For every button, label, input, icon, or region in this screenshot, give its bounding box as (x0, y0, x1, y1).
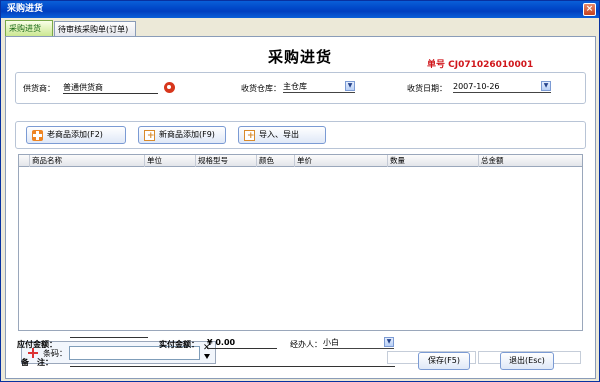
grid-corner (19, 155, 29, 167)
column-header[interactable]: 单价 (294, 155, 387, 167)
column-header[interactable]: 单位 (144, 155, 195, 167)
supplier-label: 供货商： (23, 84, 55, 93)
form-group: 供货商： 普通供货商 收货仓库： 主仓库 ▼ 收货日期： 2007-10-26 … (15, 72, 586, 104)
chevron-down-icon[interactable]: ▼ (384, 337, 394, 347)
purchase-window: 采购进货 × 采购进货 待审核采购单(订单) 采购进货 单号 CJ0710260… (0, 0, 600, 382)
warehouse-select[interactable]: 主仓库 ▼ (283, 81, 355, 93)
tab-pending-orders[interactable]: 待审核采购单(订单) (54, 21, 136, 37)
search-icon[interactable] (164, 82, 175, 93)
close-icon[interactable]: × (583, 3, 596, 16)
column-header[interactable]: 商品名称 (29, 155, 144, 167)
date-value: 2007-10-26 (453, 82, 500, 91)
column-header[interactable]: 规格型号 (195, 155, 256, 167)
add-existing-label: 老商品添加(F2) (47, 130, 103, 139)
import-export-label: 导入、导出 (259, 130, 299, 139)
grid-header: 商品名称 单位 规格型号 颜色 单价 数量 总金额 (19, 155, 582, 167)
chevron-down-icon[interactable]: ▼ (541, 81, 551, 91)
handler-label: 经办人： (290, 340, 322, 349)
tab-purchase[interactable]: 采购进货 (5, 20, 53, 37)
window-titlebar[interactable]: 采购进货 × (1, 1, 599, 18)
toolbar-group: 老商品添加(F2) 新商品添加(F9) 导入、导出 (15, 121, 586, 149)
payable-field[interactable] (70, 337, 148, 338)
save-button[interactable]: 保存(F5) (418, 352, 470, 370)
page-title: 采购进货 (268, 48, 333, 66)
handler-select[interactable]: 小白 ▼ (323, 337, 394, 349)
note-field[interactable] (70, 355, 395, 367)
column-header[interactable]: 总金额 (478, 155, 582, 167)
column-header[interactable]: 数量 (387, 155, 478, 167)
import-export-button[interactable]: 导入、导出 (238, 126, 326, 144)
add-existing-button[interactable]: 老商品添加(F2) (26, 126, 126, 144)
column-header[interactable]: 颜色 (256, 155, 294, 167)
paid-field[interactable]: ¥ 0.00 (207, 337, 277, 349)
supplier-field[interactable]: 普通供货商 (63, 82, 158, 94)
paid-label: 实付金额： (159, 340, 199, 349)
date-label: 收货日期： (407, 84, 447, 93)
payable-label: 应付金额： (17, 340, 57, 349)
plus-icon (32, 130, 43, 141)
document-add-icon (144, 128, 155, 144)
warehouse-value: 主仓库 (283, 82, 307, 91)
add-new-button[interactable]: 新商品添加(F9) (138, 126, 226, 144)
import-icon (244, 128, 255, 144)
window-title: 采购进货 (7, 4, 44, 14)
main-panel: 采购进货 单号 CJ071026010001 供货商： 普通供货商 收货仓库： … (5, 36, 596, 379)
add-new-label: 新商品添加(F9) (159, 130, 215, 139)
note-label: 备 注： (21, 358, 53, 367)
date-picker[interactable]: 2007-10-26 ▼ (453, 81, 551, 93)
exit-button[interactable]: 退出(Esc) (500, 352, 554, 370)
order-number: 单号 CJ071026010001 (427, 60, 534, 70)
chevron-down-icon[interactable]: ▼ (345, 81, 355, 91)
warehouse-label: 收货仓库： (241, 84, 281, 93)
product-grid[interactable]: 商品名称 单位 规格型号 颜色 单价 数量 总金额 (18, 154, 583, 331)
handler-value: 小白 (323, 338, 339, 347)
